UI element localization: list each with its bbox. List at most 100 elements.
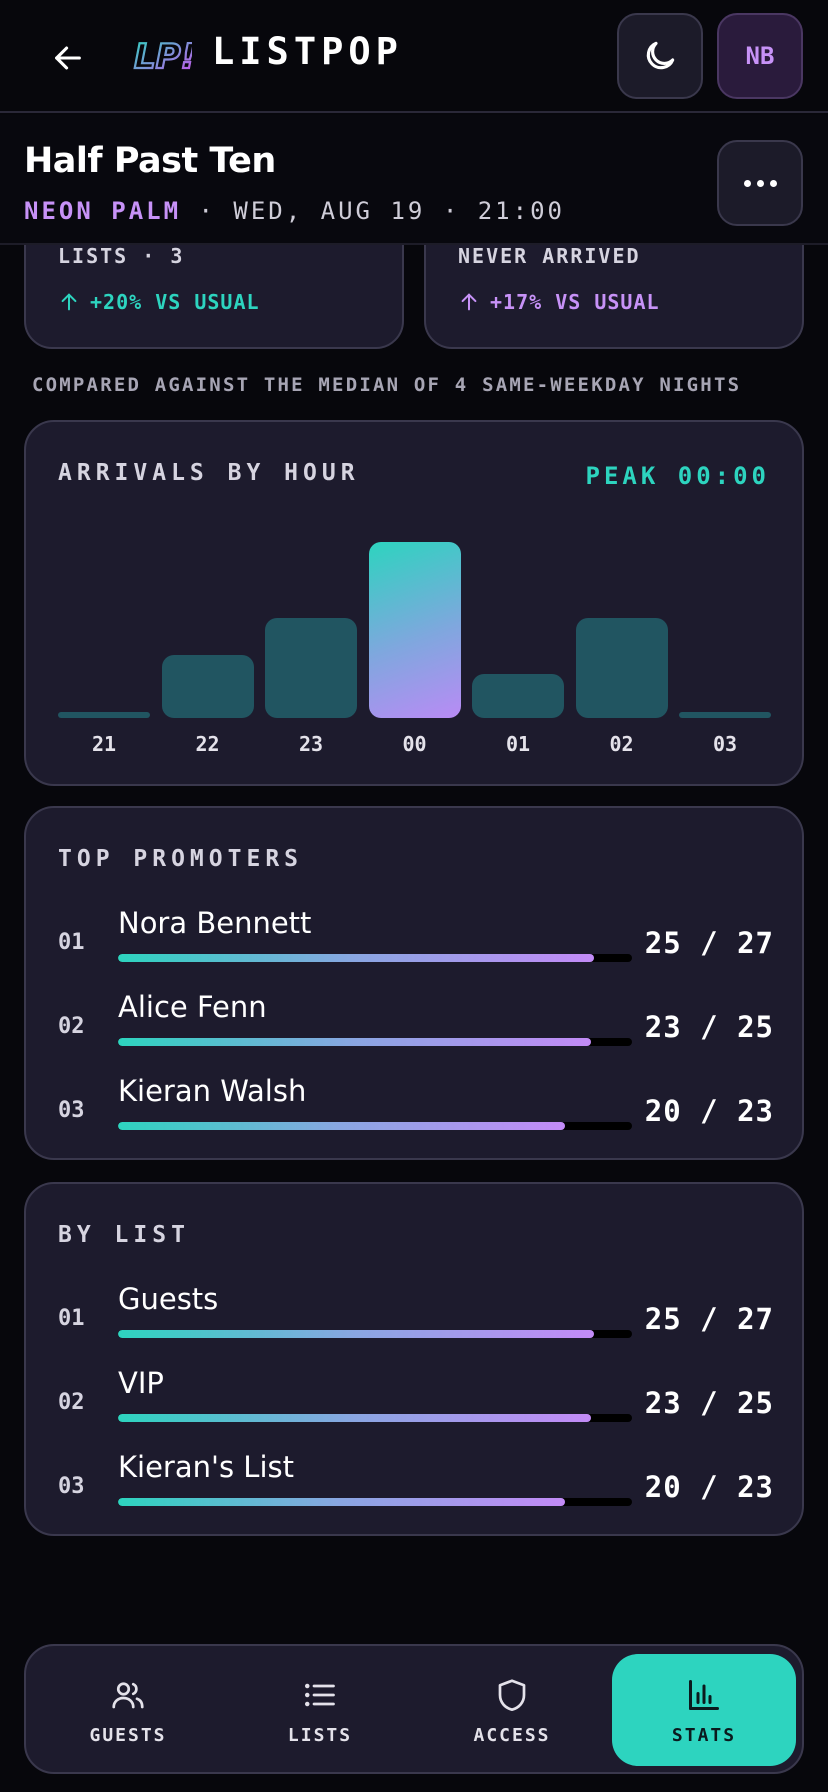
row-count: 25 / 27 [644, 1302, 774, 1336]
event-venue: NEON PALM [24, 197, 182, 225]
row-name: Nora Bennett [118, 906, 312, 940]
comparison-note: COMPARED AGAINST THE MEDIAN OF 4 SAME-WE… [32, 374, 742, 396]
stat-label: NEVER ARRIVED [458, 244, 641, 268]
nav-label: GUESTS [89, 1724, 167, 1746]
progress-fill [118, 1038, 591, 1046]
arrivals-chart-panel: ARRIVALS BY HOUR PEAK 00:00 21 22 23 00 01 02… [24, 420, 804, 786]
list-icon [300, 1675, 340, 1715]
arrow-up-icon [461, 293, 477, 311]
by-list-title: BY LIST [58, 1222, 190, 1248]
row-name: Kieran's List [118, 1450, 294, 1484]
separator: · [442, 197, 461, 225]
event-subtitle: NEON PALM · WED, AUG 19 · 21:00 [24, 197, 565, 225]
row-rank: 03 [58, 1098, 85, 1123]
more-dot-icon [769, 179, 777, 187]
chart-bar-21 [58, 712, 150, 718]
chart-tick-label: 21 [91, 732, 117, 756]
arrivals-title: ARRIVALS BY HOUR [58, 460, 360, 486]
event-date: WED, AUG 19 [233, 197, 426, 225]
bottom-navigation: GUESTS LISTS ACCESS STATS [24, 1644, 804, 1774]
nav-tab-lists[interactable]: LISTS [228, 1654, 412, 1766]
chart-bar-23 [265, 618, 357, 718]
shield-icon [492, 1675, 532, 1715]
chart-tick-label: 03 [712, 732, 738, 756]
chart-bar-00 [368, 542, 461, 718]
list-row[interactable]: 02 VIP 23 / 25 [58, 1366, 774, 1426]
row-count: 23 / 25 [644, 1010, 774, 1044]
row-rank: 02 [58, 1390, 85, 1415]
nav-label: STATS [671, 1724, 737, 1746]
progress-track [118, 1498, 632, 1506]
top-promoters-panel: TOP PROMOTERS 01 Nora Bennett 25 / 27 02… [24, 806, 804, 1160]
separator: · [198, 197, 216, 225]
chart-tick-label: 02 [609, 732, 634, 756]
chart-bar-01 [472, 674, 564, 718]
svg-text:LP!: LP! [134, 37, 192, 77]
more-dot-icon [756, 179, 764, 187]
progress-fill [118, 954, 594, 962]
user-avatar[interactable]: NB [717, 13, 803, 99]
progress-track [118, 1122, 632, 1130]
row-count: 23 / 25 [644, 1386, 774, 1420]
progress-fill [118, 1498, 566, 1506]
row-rank: 03 [58, 1474, 85, 1499]
list-row[interactable]: 03 Kieran's List 20 / 23 [58, 1450, 774, 1510]
row-rank: 02 [58, 1014, 85, 1039]
top-promoters-title: TOP PROMOTERS [58, 846, 304, 872]
stat-label: LISTS · 3 [58, 244, 185, 268]
nav-label: LISTS [287, 1724, 353, 1746]
row-count: 20 / 23 [644, 1470, 774, 1504]
chart-tick-label: 01 [505, 732, 531, 756]
row-name: Alice Fenn [118, 990, 267, 1024]
progress-track [118, 1330, 632, 1338]
progress-fill [118, 1414, 591, 1422]
progress-fill [118, 1122, 566, 1130]
nav-label: ACCESS [473, 1724, 551, 1746]
chart-bar-02 [575, 618, 668, 718]
event-time: 21:00 [477, 197, 565, 225]
row-count: 25 / 27 [644, 926, 774, 960]
row-name: Kieran Walsh [118, 1074, 307, 1108]
arrivals-bar-chart [58, 518, 772, 718]
by-list-panel: BY LIST 01 Guests 25 / 27 02 VIP 23 / 25… [24, 1182, 804, 1536]
more-dot-icon [743, 179, 751, 187]
chart-tick-label: 00 [402, 732, 427, 756]
listpop-logo: LP! [133, 36, 192, 78]
arrow-left-icon [55, 46, 81, 70]
nav-tab-access[interactable]: ACCESS [420, 1654, 604, 1766]
row-rank: 01 [58, 1306, 85, 1331]
moon-icon [646, 41, 675, 70]
app-bar: LP! LISTPOP NB [0, 0, 828, 113]
chart-tick-label: 22 [195, 732, 220, 756]
row-name: Guests [118, 1282, 219, 1316]
stat-delta: +17% VS USUAL [458, 290, 660, 314]
list-row[interactable]: 01 Guests 25 / 27 [58, 1282, 774, 1342]
promoter-row[interactable]: 01 Nora Bennett 25 / 27 [58, 906, 774, 966]
row-count: 20 / 23 [644, 1094, 774, 1128]
nav-tab-guests[interactable]: GUESTS [36, 1654, 220, 1766]
event-title: Half Past Ten [24, 141, 276, 181]
row-rank: 01 [58, 930, 85, 955]
progress-fill [118, 1330, 594, 1338]
promoter-row[interactable]: 02 Alice Fenn 23 / 25 [58, 990, 774, 1050]
nav-tab-stats[interactable]: STATS [612, 1654, 796, 1766]
stat-delta: +20% VS USUAL [58, 290, 260, 314]
row-name: VIP [118, 1366, 164, 1400]
event-header: Half Past Ten NEON PALM · WED, AUG 19 · … [0, 115, 828, 245]
arrow-up-icon [61, 293, 77, 311]
progress-track [118, 954, 632, 962]
stat-delta-text: +17% VS USUAL [490, 290, 660, 314]
back-button[interactable] [44, 34, 92, 82]
stat-delta-text: +20% VS USUAL [90, 290, 260, 314]
chart-bar-03 [679, 712, 771, 718]
progress-track [118, 1038, 632, 1046]
app-brand: LISTPOP [212, 30, 403, 73]
theme-toggle-button[interactable] [617, 13, 703, 99]
more-options-button[interactable] [717, 140, 803, 226]
chart-tick-label: 23 [298, 732, 324, 756]
peak-label: PEAK 00:00 [585, 462, 770, 490]
users-icon [108, 1675, 148, 1715]
progress-track [118, 1414, 632, 1422]
promoter-row[interactable]: 03 Kieran Walsh 20 / 23 [58, 1074, 774, 1134]
chart-bar-22 [161, 655, 254, 718]
